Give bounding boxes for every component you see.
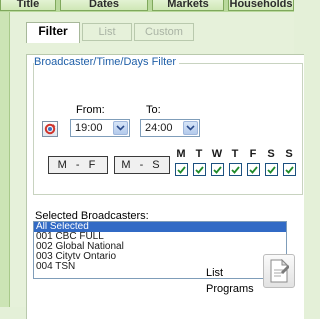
weekdays-button[interactable]: M - F xyxy=(48,156,108,174)
filter-content: Broadcaster/Time/Days Filter From: To: 1… xyxy=(26,54,304,319)
list-programs-label: List Programs xyxy=(206,267,254,295)
day-label-mon: M xyxy=(176,148,186,160)
mon-sat-button[interactable]: M - S xyxy=(114,156,170,174)
checkbox-thu[interactable] xyxy=(229,163,242,176)
checkbox-mon[interactable] xyxy=(175,163,188,176)
checkbox-wed[interactable] xyxy=(211,163,224,176)
to-time-select[interactable]: 24:00 xyxy=(140,119,200,137)
day-label-thu: T xyxy=(231,148,239,160)
from-label: From: xyxy=(76,104,105,116)
list-programs-button[interactable] xyxy=(263,254,295,288)
filter-panel: Filter List Custom Broadcaster/Time/Days… xyxy=(10,12,304,319)
from-time-value: 19:00 xyxy=(75,122,103,134)
checkbox-sat[interactable] xyxy=(265,163,278,176)
day-label-wed: W xyxy=(211,148,223,160)
tab-list[interactable]: List xyxy=(82,23,132,41)
check-icon xyxy=(195,165,204,174)
tab-title[interactable]: Title xyxy=(0,0,56,11)
day-label-sat: S xyxy=(267,148,275,160)
checkbox-sun[interactable] xyxy=(283,163,296,176)
group-legend: Broadcaster/Time/Days Filter xyxy=(34,56,180,68)
checkbox-tue[interactable] xyxy=(193,163,206,176)
tab-markets[interactable]: Markets xyxy=(152,0,224,11)
top-tab-strip: Title Dates Markets Households xyxy=(0,0,294,12)
to-label: To: xyxy=(146,104,161,116)
broadcaster-time-days-group: Broadcaster/Time/Days Filter From: To: 1… xyxy=(33,56,303,195)
tab-custom[interactable]: Custom xyxy=(134,23,194,41)
chevron-down-icon xyxy=(113,121,128,135)
day-label-tue: T xyxy=(195,148,203,160)
checkbox-fri[interactable] xyxy=(247,163,260,176)
day-label-fri: F xyxy=(249,148,257,160)
check-icon xyxy=(231,165,240,174)
to-time-value: 24:00 xyxy=(145,122,173,134)
check-icon xyxy=(177,165,186,174)
refresh-button[interactable] xyxy=(42,121,58,137)
check-icon xyxy=(213,165,222,174)
day-label-sun: S xyxy=(285,148,293,160)
check-icon xyxy=(285,165,294,174)
from-time-select[interactable]: 19:00 xyxy=(70,119,130,137)
refresh-icon xyxy=(44,123,56,135)
tab-dates[interactable]: Dates xyxy=(60,0,148,11)
tab-households[interactable]: Households xyxy=(228,0,294,11)
tab-filter[interactable]: Filter xyxy=(26,22,80,43)
chevron-down-icon xyxy=(183,121,198,135)
side-stripe xyxy=(0,12,10,307)
check-icon xyxy=(249,165,258,174)
check-icon xyxy=(267,165,276,174)
document-icon xyxy=(270,259,289,283)
